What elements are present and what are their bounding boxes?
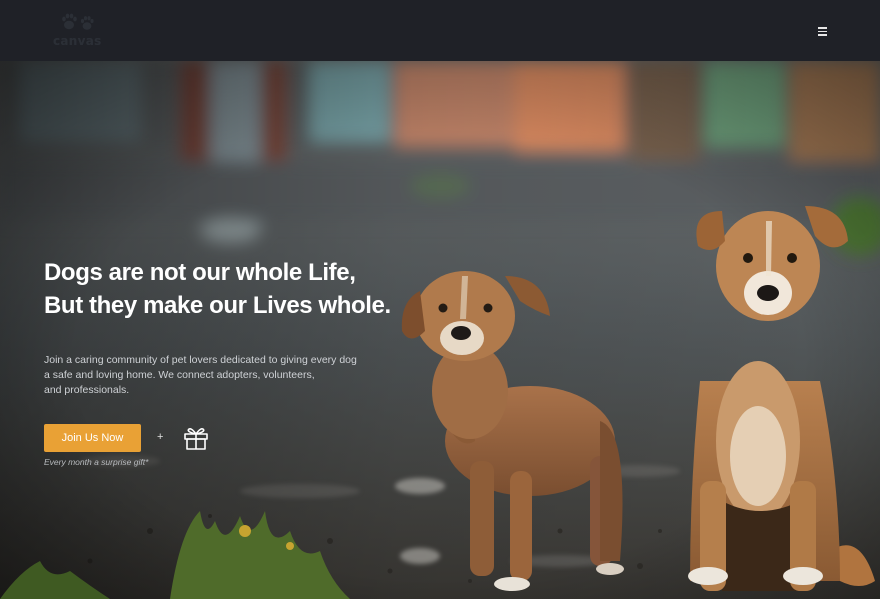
- description-line-2: a safe and loving home. We connect adopt…: [44, 369, 315, 381]
- join-us-now-button[interactable]: Join Us Now: [44, 424, 141, 452]
- description-line-1: Join a caring community of pet lovers de…: [44, 354, 357, 366]
- paw-prints-icon: [62, 13, 94, 30]
- logo-text: canvas: [53, 34, 102, 48]
- hero-headline: Dogs are not our whole Life, But they ma…: [44, 256, 391, 322]
- hamburger-menu-icon[interactable]: [816, 24, 830, 38]
- gift-icon[interactable]: [183, 425, 209, 451]
- page: canvas Dogs are not our whole Life, But …: [0, 0, 880, 599]
- site-header: canvas: [0, 0, 880, 61]
- hero-background-photo: [0, 61, 880, 599]
- logo[interactable]: canvas: [53, 12, 109, 50]
- plus-sign: +: [157, 431, 164, 443]
- gift-note: Every month a surprise gift*: [44, 457, 149, 467]
- description-line-3: and professionals.: [44, 384, 130, 396]
- headline-line-1: Dogs are not our whole Life,: [44, 259, 356, 286]
- hero-description: Join a caring community of pet lovers de…: [44, 353, 364, 398]
- headline-line-2: But they make our Lives whole.: [44, 292, 391, 319]
- hero-section: Dogs are not our whole Life, But they ma…: [0, 61, 880, 599]
